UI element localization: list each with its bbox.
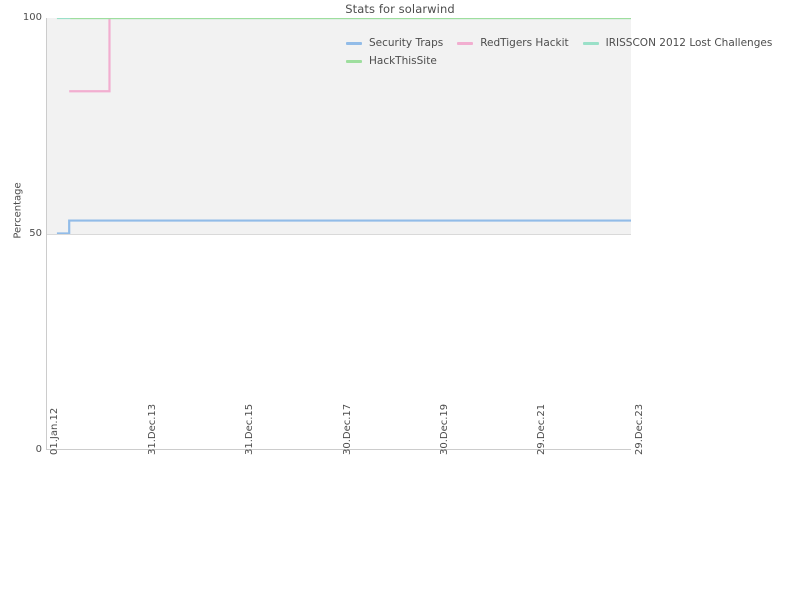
x-axis: 01.Jan.12 31.Dec.13 31.Dec.15 30.Dec.17 30.D…	[46, 404, 645, 575]
y-axis-tick-label: 0	[35, 444, 42, 455]
x-axis-tick-label: 29.Dec.23	[634, 403, 645, 455]
legend-row: HackThisSite	[346, 52, 798, 70]
legend-item[interactable]: RedTigers Hackit	[457, 37, 569, 49]
y-axis: Percentage 0 50 100	[0, 0, 43, 600]
legend-item[interactable]: IRISSCON 2012 Lost Challenges	[582, 37, 773, 49]
chart-root: Stats for solarwind Percentage 0 50 100 01…	[0, 0, 800, 600]
legend-item[interactable]: Security Traps	[346, 37, 443, 49]
x-axis-tick-label: 31.Dec.15	[243, 403, 255, 455]
chart-title: Stats for solarwind	[345, 2, 455, 16]
legend-label: RedTigers Hackit	[480, 37, 569, 49]
x-axis-tick-label: 31.Dec.13	[146, 403, 158, 455]
x-axis-tick-label: 30.Dec.17	[341, 403, 353, 455]
plot-inner	[47, 18, 631, 449]
x-axis-tick-label: 29.Dec.21	[536, 403, 548, 455]
gridline	[47, 234, 631, 235]
legend-label: Security Traps	[369, 37, 444, 49]
legend-label: HackThisSite	[369, 55, 437, 67]
legend-label: IRISSCON 2012 Lost Challenges	[605, 37, 773, 49]
chart-legend: Security Traps RedTigers Hackit IRISSCON 2…	[346, 34, 798, 70]
legend-color-swatch	[346, 41, 362, 45]
y-axis-tick-label: 100	[22, 12, 42, 23]
x-axis-tick-label: 01.Jan.12	[49, 407, 60, 455]
x-axis-tick-label: 30.Dec.19	[439, 403, 451, 455]
legend-color-swatch	[582, 41, 599, 45]
plot-area	[46, 18, 631, 450]
y-axis-tick-label: 50	[29, 228, 42, 239]
series-line	[69, 18, 109, 91]
legend-row: Security Traps RedTigers Hackit IRISSCON 2…	[346, 34, 798, 52]
legend-item[interactable]: HackThisSite	[346, 55, 437, 67]
y-axis-title: Percentage	[12, 182, 24, 239]
legend-color-swatch	[346, 59, 362, 63]
legend-color-swatch	[457, 41, 474, 45]
series-line	[57, 221, 631, 234]
